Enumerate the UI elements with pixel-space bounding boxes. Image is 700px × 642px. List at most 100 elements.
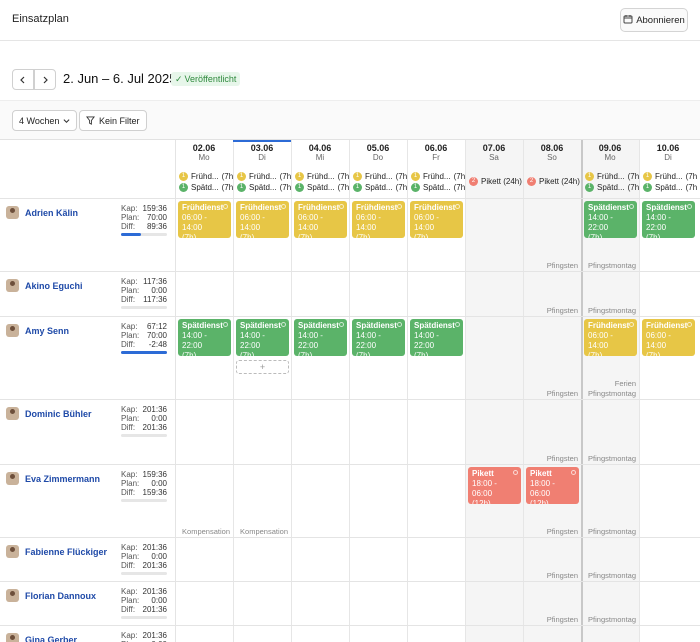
stat-value: 201:36: [142, 605, 167, 614]
shift-duration: (7h): [298, 351, 313, 356]
shift-summary-spaet[interactable]: 1Spätd...(7h): [411, 182, 465, 193]
shift-card-frueh[interactable]: Frühdienst 06:00 - 14:00 (7h): [236, 201, 289, 238]
day-header[interactable]: 10.06 Di: [639, 140, 697, 164]
shift-summary-spaet[interactable]: 1Spätd...(7h): [237, 182, 291, 193]
shift-summary-spaet[interactable]: 1Spätd...(7h): [353, 182, 407, 193]
shift-summary-frueh[interactable]: 1Frühd...(7h): [411, 171, 465, 182]
shift-summary-frueh[interactable]: 1Frühd...(7h): [353, 171, 407, 182]
shift-time: 14:00 - 22:00: [182, 331, 207, 350]
employee[interactable]: Eva Zimmermann: [6, 472, 100, 485]
avatar: [6, 633, 19, 642]
shift-summary-spaet[interactable]: 1Spätd...(7h): [179, 182, 233, 193]
status-dot-icon: [629, 204, 634, 209]
shift-summary-label: Frühd...: [307, 172, 335, 181]
shift-summary-frueh[interactable]: 1Frühd...(7h): [179, 171, 233, 182]
employee[interactable]: Dominic Bühler: [6, 407, 92, 420]
filter-button[interactable]: Kein Filter: [79, 110, 147, 131]
stat-label: Plan:: [121, 552, 140, 561]
chevron-down-icon: [63, 119, 70, 123]
progress-fill: [121, 233, 142, 236]
holiday-note: Pfingstmontag: [588, 571, 636, 580]
shift-card-spaet[interactable]: Spätdienst 14:00 - 22:00 (7h): [294, 319, 347, 356]
shift-card-spaet[interactable]: Spätdienst 14:00 - 22:00 (7h): [178, 319, 231, 356]
shift-card-spaet[interactable]: Spätdienst 14:00 - 22:00 (7h): [352, 319, 405, 356]
day-header[interactable]: 04.06 Mi: [291, 140, 349, 164]
shift-card-spaet[interactable]: Spätdienst 14:00 - 22:00 (7h): [584, 201, 637, 238]
employee[interactable]: Akino Eguchi: [6, 279, 83, 292]
shift-title: Spätdienst: [182, 321, 223, 330]
shift-summary-hours: (7h): [221, 172, 233, 181]
day-header[interactable]: 05.06 Do: [349, 140, 407, 164]
status-dot-icon: [223, 204, 228, 209]
date-range: 2. Jun – 6. Jul 2025: [63, 71, 177, 86]
prev-period-button[interactable]: [12, 69, 34, 90]
day-header[interactable]: 02.06 Mo: [175, 140, 233, 164]
stat-label: Kap:: [121, 204, 138, 213]
stat-plan: Plan: 0:00: [121, 414, 167, 423]
stat-kap: Kap: 117:36: [121, 277, 167, 286]
stat-value: 201:36: [142, 423, 167, 432]
stat-label: Diff:: [121, 423, 136, 432]
shift-time: 06:00 - 14:00: [414, 213, 439, 232]
employee-name[interactable]: Adrien Kälin: [25, 208, 78, 218]
weeks-select[interactable]: 4 Wochen: [12, 110, 78, 131]
shift-summary-hours: (7h): [279, 172, 291, 181]
stat-value: 201:36: [142, 543, 167, 552]
day-header[interactable]: 03.06 Di: [233, 140, 291, 164]
holiday-note: Kompensation: [182, 527, 230, 536]
day-header[interactable]: 07.06 Sa: [465, 140, 523, 164]
shift-summary-frueh[interactable]: 1Frühd...(7h): [643, 171, 697, 182]
shift-card-frueh[interactable]: Frühdienst 06:00 - 14:00 (7h): [584, 319, 637, 356]
shift-summary-frueh[interactable]: 1Frühd...(7h): [237, 171, 291, 182]
day-header[interactable]: 08.06 So: [523, 140, 581, 164]
day-weekday: Sa: [489, 153, 499, 162]
employee[interactable]: Fabienne Flückiger: [6, 545, 107, 558]
employee-name[interactable]: Amy Senn: [25, 326, 69, 336]
employee[interactable]: Amy Senn: [6, 324, 69, 337]
shift-summary-spaet[interactable]: 1Spätd...(7h): [295, 182, 349, 193]
shift-summary-frueh[interactable]: 1Frühd...(7h): [295, 171, 349, 182]
stat-label: Diff:: [121, 295, 136, 304]
shift-summary-spaet[interactable]: 1Spätd...(7h): [643, 182, 697, 193]
shift-summary-frueh[interactable]: 1Frühd...(7h): [585, 171, 639, 182]
shift-card-pikett[interactable]: Pikett 18:00 - 06:00 (12h): [468, 467, 521, 504]
day-header[interactable]: 06.06 Fr: [407, 140, 465, 164]
add-shift-button[interactable]: +: [236, 360, 289, 374]
employee-name[interactable]: Eva Zimmermann: [25, 474, 100, 484]
employee[interactable]: Gina Gerber: [6, 633, 77, 642]
employee-name[interactable]: Gina Gerber: [25, 635, 77, 642]
day-weekday: Di: [664, 153, 672, 162]
stat-label: Plan:: [121, 213, 140, 222]
shift-summary-pikett[interactable]: 2 Pikett (24h): [527, 176, 581, 187]
shift-card-pikett[interactable]: Pikett 18:00 - 06:00 (12h): [526, 467, 579, 504]
employee-name[interactable]: Dominic Bühler: [25, 409, 92, 419]
shift-card-frueh[interactable]: Frühdienst 06:00 - 14:00 (7h): [352, 201, 405, 238]
shift-time: 06:00 - 14:00: [646, 331, 671, 350]
avatar: [6, 407, 19, 420]
shift-summary-hours: (7h): [395, 183, 407, 192]
status-dot-icon: [629, 322, 634, 327]
shift-card-spaet[interactable]: Spätdienst 14:00 - 22:00 (7h): [642, 201, 695, 238]
employee[interactable]: Adrien Kälin: [6, 206, 78, 219]
employee[interactable]: Florian Dannoux: [6, 589, 96, 602]
shift-card-frueh[interactable]: Frühdienst 06:00 - 14:00 (7h): [294, 201, 347, 238]
stat-plan: Plan: 0:00: [121, 479, 167, 488]
shift-card-spaet[interactable]: Spätdienst 14:00 - 22:00 (7h): [410, 319, 463, 356]
shift-card-spaet[interactable]: Spätdienst 14:00 - 22:00 (7h): [236, 319, 289, 356]
shift-summary-spaet[interactable]: 1Spätd...(7h): [585, 182, 639, 193]
stat-kap: Kap: 159:36: [121, 470, 167, 479]
count-badge: 2: [469, 177, 478, 186]
stat-diff: Diff: 201:36: [121, 605, 167, 614]
next-period-button[interactable]: [34, 69, 56, 90]
subscribe-button[interactable]: Abonnieren: [620, 8, 688, 32]
progress-bar: [121, 572, 167, 575]
day-header[interactable]: 09.06 Mo: [581, 140, 639, 164]
shift-summary-pikett[interactable]: 2 Pikett (24h): [469, 176, 523, 187]
employee-name[interactable]: Akino Eguchi: [25, 281, 83, 291]
shift-card-frueh[interactable]: Frühdienst 06:00 - 14:00 (7h): [178, 201, 231, 238]
employee-name[interactable]: Fabienne Flückiger: [25, 547, 107, 557]
shift-summary-hours: (7h): [221, 183, 233, 192]
shift-card-frueh[interactable]: Frühdienst 06:00 - 14:00 (7h): [642, 319, 695, 356]
employee-name[interactable]: Florian Dannoux: [25, 591, 96, 601]
shift-card-frueh[interactable]: Frühdienst 06:00 - 14:00 (7h): [410, 201, 463, 238]
